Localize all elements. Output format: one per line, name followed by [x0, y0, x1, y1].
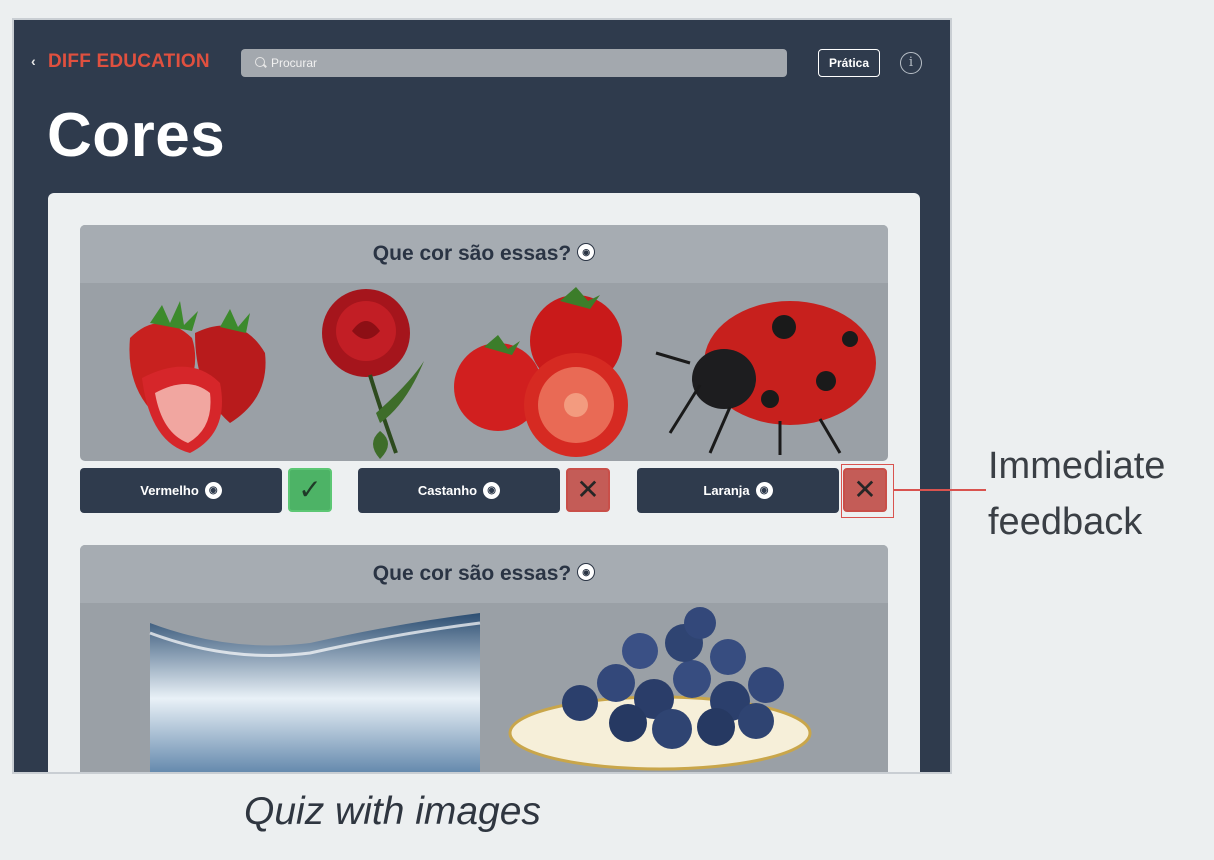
ladybug-image: [655, 301, 876, 455]
speaker-icon[interactable]: ◉: [577, 563, 596, 582]
answer-button-vermelho[interactable]: Vermelho ◉: [80, 468, 282, 513]
answer-button-laranja[interactable]: Laranja ◉: [637, 468, 839, 513]
brand-link[interactable]: DIFF EDUCATION: [48, 51, 210, 73]
page-title: Cores: [47, 101, 226, 170]
image-row: [80, 603, 888, 772]
speaker-icon[interactable]: ◉: [483, 482, 501, 500]
question-text: Que cor são essas?: [372, 242, 572, 265]
speaker-icon[interactable]: ◉: [577, 243, 596, 262]
question-card: Que cor são essas? ◉: [80, 545, 888, 772]
search-input[interactable]: Procurar: [241, 49, 787, 77]
search-placeholder: Procurar: [271, 56, 318, 70]
speaker-icon[interactable]: ◉: [755, 482, 773, 500]
back-chevron-icon[interactable]: ‹: [31, 53, 36, 69]
quiz-panel: Que cor são essas? ◉ Vermelho ◉ ✓ Castan…: [48, 193, 920, 772]
blueberries-image: [508, 607, 812, 771]
correct-feedback-icon: ✓: [288, 468, 332, 512]
quiz-images: [129, 287, 876, 459]
answer-label: Castanho: [417, 483, 478, 498]
feedback-highlight: [841, 464, 894, 518]
answer-label: Laranja: [703, 483, 750, 498]
question-header: Que cor são essas? ◉: [80, 545, 888, 603]
caption: Quiz with images: [244, 790, 541, 833]
practice-button[interactable]: Prática: [818, 49, 880, 77]
answer-label: Vermelho: [140, 483, 199, 498]
callout-line: [893, 489, 986, 491]
speaker-icon[interactable]: ◉: [204, 482, 222, 500]
callout-label: Immediate feedback: [988, 445, 1166, 543]
answer-row: Vermelho ◉ ✓ Castanho ◉ ✕ Laranja ◉ ✕: [80, 468, 894, 514]
question-card: Que cor são essas? ◉: [80, 225, 888, 461]
app-window: ‹ DIFF EDUCATION Procurar Prática i Core…: [12, 18, 952, 774]
top-bar: ‹ DIFF EDUCATION Procurar Prática i: [14, 20, 950, 106]
water-splash-image: [149, 613, 481, 772]
answer-button-castanho[interactable]: Castanho ◉: [358, 468, 560, 513]
question-header: Que cor são essas? ◉: [80, 225, 888, 283]
question-text: Que cor são essas?: [372, 562, 572, 585]
info-icon[interactable]: i: [900, 52, 922, 74]
quiz-images: [149, 607, 812, 772]
incorrect-feedback-icon: ✕: [566, 468, 610, 512]
search-icon: [255, 57, 265, 67]
strawberries-image: [129, 301, 266, 453]
image-row: [80, 283, 888, 461]
rose-image: [322, 289, 424, 459]
tomatoes-image: [454, 287, 628, 457]
